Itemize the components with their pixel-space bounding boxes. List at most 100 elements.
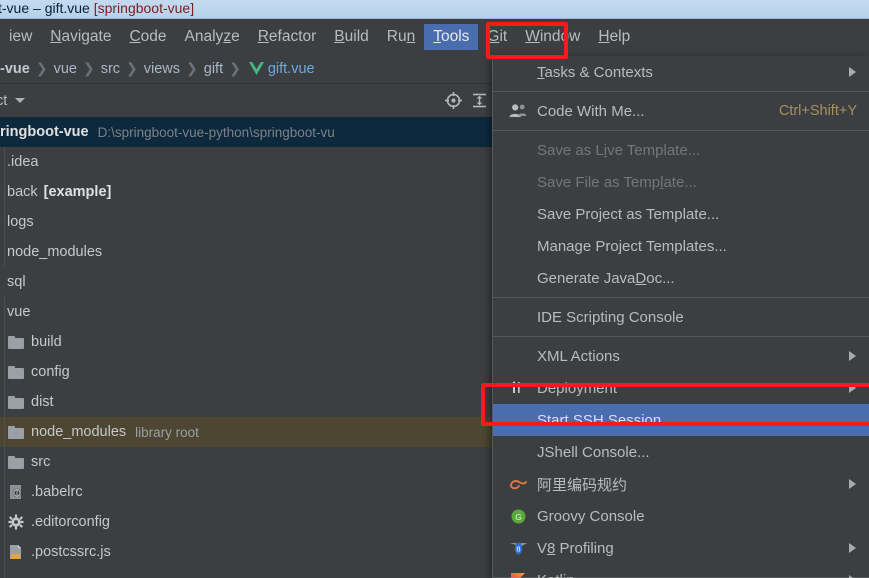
menu-item-code-with-me[interactable]: Code With Me... Ctrl+Shift+Y: [493, 95, 869, 127]
menu-item-generate-javadoc[interactable]: Generate JavaDoc...: [493, 262, 869, 294]
menu-item-deployment[interactable]: Deployment: [493, 372, 869, 404]
project-tree[interactable]: ringboot-vue D:\springboot-vue-python\sp…: [0, 117, 492, 578]
table-row[interactable]: logs: [0, 207, 492, 237]
menu-item-alibaba-coding-guidelines[interactable]: 阿里编码规约: [493, 468, 869, 500]
menu-bar: iew Navigate Code Analyze Refactor Build…: [0, 19, 869, 54]
menu-item-groovy-console[interactable]: G Groovy Console: [493, 500, 869, 532]
no-icon: [507, 269, 529, 287]
no-icon: [507, 308, 529, 326]
gear-icon: [8, 514, 24, 530]
breadcrumb-item-views[interactable]: views: [144, 61, 180, 77]
breadcrumb-item-vue[interactable]: vue: [54, 61, 77, 77]
menu-item-label: Groovy Console: [537, 507, 645, 525]
table-row[interactable]: dist: [0, 387, 492, 417]
menu-help[interactable]: Help: [589, 24, 639, 50]
table-row[interactable]: node_modules library root: [0, 417, 492, 447]
breadcrumb-separator: ❯: [82, 60, 95, 76]
menu-analyze[interactable]: Analyze: [176, 24, 249, 50]
menu-item-save-project-as-template[interactable]: Save Project as Template...: [493, 198, 869, 230]
menu-item-save-file-as-template: Save File as Template...: [493, 166, 869, 198]
no-icon: [507, 173, 529, 191]
folder-icon: [8, 335, 24, 349]
svg-text:8: 8: [516, 545, 520, 554]
breadcrumb-item-gift[interactable]: gift: [204, 61, 223, 77]
menu-item-v8-profiling[interactable]: 8 V8 Profiling: [493, 532, 869, 564]
menu-git[interactable]: Git: [478, 24, 516, 50]
menu-navigate[interactable]: Navigate: [41, 24, 120, 50]
menu-run[interactable]: Run: [378, 24, 424, 50]
tree-node-label: ringboot-vue: [0, 124, 89, 140]
menu-item-label: Manage Project Templates...: [537, 237, 727, 255]
menu-item-ide-scripting-console[interactable]: IDE Scripting Console: [493, 301, 869, 333]
table-row[interactable]: config: [0, 357, 492, 387]
menu-build[interactable]: Build: [325, 24, 377, 50]
menu-item-label: Kotlin: [537, 572, 575, 578]
chevron-right-icon: [849, 67, 856, 77]
ide-window: t-vue – gift.vue [springboot-vue] iew Na…: [0, 0, 869, 578]
menu-item-label: Start SSH Session...: [537, 411, 674, 429]
menu-item-label: Save Project as Template...: [537, 205, 720, 223]
window-title-project: [springboot-vue]: [93, 0, 195, 16]
project-toolwindow-title[interactable]: ct: [0, 93, 7, 109]
menu-item-label: IDE Scripting Console: [537, 308, 684, 326]
menu-item-manage-project-templates[interactable]: Manage Project Templates...: [493, 230, 869, 262]
table-row[interactable]: node_modules: [0, 237, 492, 267]
groovy-icon: G: [507, 507, 529, 525]
folder-icon: [8, 395, 24, 409]
menu-item-jshell-console[interactable]: JShell Console...: [493, 436, 869, 468]
table-row[interactable]: .idea: [0, 147, 492, 177]
tree-node-label: vue: [7, 304, 31, 320]
tree-node-label: src: [31, 454, 51, 470]
breadcrumb-separator: ❯: [186, 60, 198, 76]
table-row[interactable]: src: [0, 447, 492, 477]
tree-node-label: .editorconfig: [31, 514, 110, 530]
table-row[interactable]: build: [0, 327, 492, 357]
menu-view[interactable]: iew: [0, 24, 41, 50]
breadcrumb-item-project[interactable]: -vue: [0, 61, 30, 77]
breadcrumb-separator: ❯: [229, 60, 241, 76]
menu-item-label: 阿里编码规约: [537, 476, 628, 494]
tree-node-library-tag: library root: [135, 424, 199, 440]
select-opened-file-icon[interactable]: [440, 88, 466, 114]
chevron-down-icon[interactable]: [15, 98, 26, 103]
breadcrumb-item-src[interactable]: src: [101, 61, 120, 77]
tree-guide-line: [4, 297, 5, 578]
folder-icon: [8, 455, 24, 469]
menu-separator: [493, 297, 869, 298]
table-row[interactable]: sql: [0, 267, 492, 297]
no-icon: [507, 141, 529, 159]
menu-refactor[interactable]: Refactor: [249, 24, 326, 50]
chevron-right-icon: [849, 479, 856, 489]
collapse-all-icon[interactable]: [466, 88, 492, 114]
menu-item-tasks-and-contexts[interactable]: Tasks & Contexts: [493, 56, 869, 88]
deployment-icon: [507, 379, 529, 397]
menu-item-start-ssh-session[interactable]: Start SSH Session...: [493, 404, 869, 436]
menu-item-kotlin[interactable]: Kotlin: [493, 564, 869, 578]
tools-dropdown-menu[interactable]: Tasks & Contexts Code With Me... Ctrl+Sh…: [492, 56, 869, 578]
breadcrumb-item-file[interactable]: gift.vue: [268, 61, 315, 77]
tree-node-label: .postcssrc.js: [31, 544, 111, 560]
menu-window[interactable]: Window: [516, 24, 589, 50]
menu-code[interactable]: Code: [120, 24, 175, 50]
table-row[interactable]: .babelrc: [0, 477, 492, 507]
table-row[interactable]: back [example]: [0, 177, 492, 207]
tree-node-label: logs: [7, 214, 34, 230]
menu-item-label: Save File as Template...: [537, 173, 697, 191]
no-icon: [507, 237, 529, 255]
no-icon: [507, 63, 529, 81]
menu-item-xml-actions[interactable]: XML Actions: [493, 340, 869, 372]
menu-tools[interactable]: Tools: [424, 23, 479, 50]
tree-guide-line: [4, 147, 5, 267]
table-row[interactable]: .postcssrc.js: [0, 537, 492, 567]
chevron-right-icon: [849, 351, 856, 361]
table-row[interactable]: .editorconfig: [0, 507, 492, 537]
tree-node-path: D:\springboot-vue-python\springboot-vu: [97, 124, 335, 140]
table-row[interactable]: vue: [0, 297, 492, 327]
menu-separator: [493, 336, 869, 337]
tree-node-label: build: [31, 334, 62, 350]
menu-view-label: iew: [9, 27, 33, 45]
menu-item-save-as-live-template: Save as Live Template...: [493, 134, 869, 166]
menu-item-label: V8 Profiling: [537, 539, 614, 557]
menu-item-shortcut: Ctrl+Shift+Y: [778, 103, 857, 119]
table-row[interactable]: ringboot-vue D:\springboot-vue-python\sp…: [0, 117, 492, 147]
